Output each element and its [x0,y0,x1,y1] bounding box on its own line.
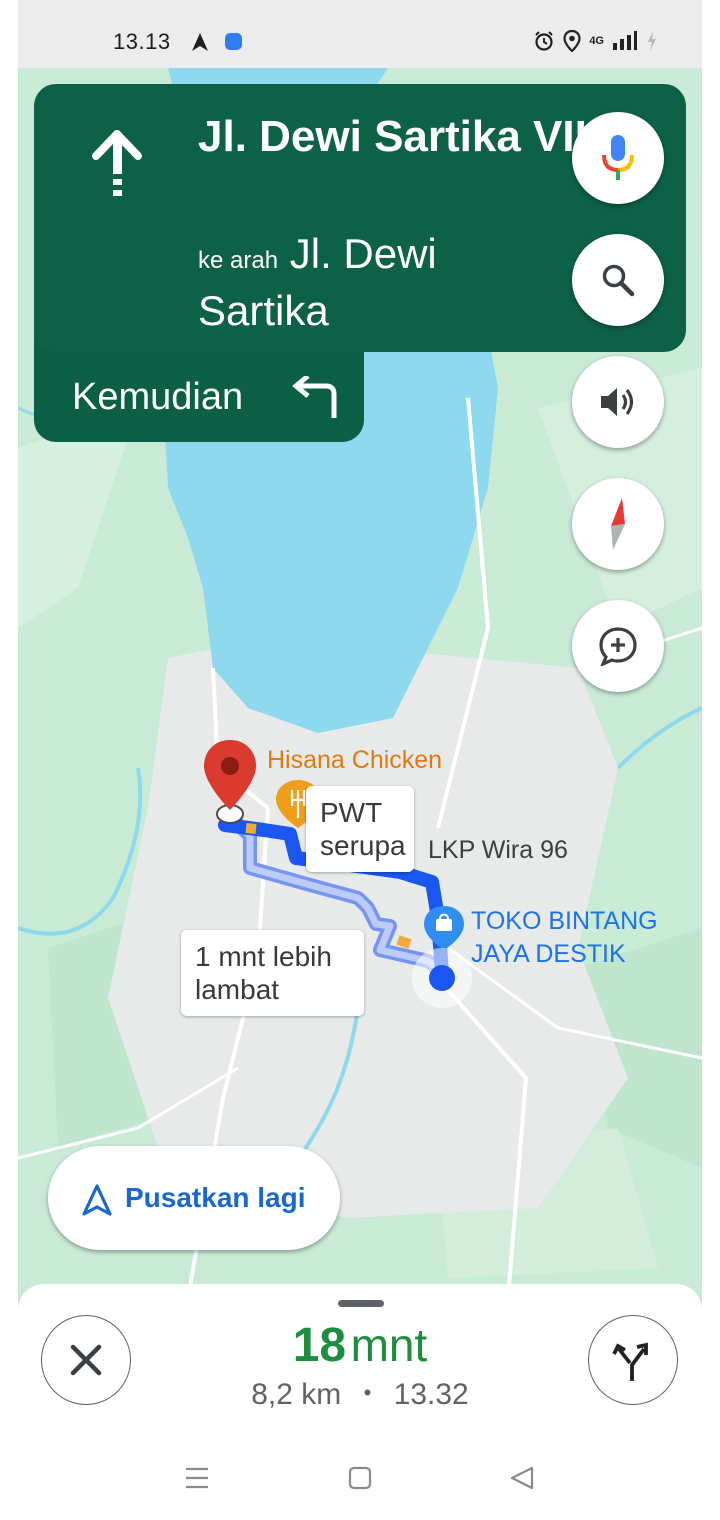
straight-arrow-icon [92,130,142,196]
toward-prefix: ke arah [198,247,279,274]
poi-label-shop[interactable]: TOKO BINTANG JAYA DESTIK [471,905,691,971]
status-time: 13.13 [113,29,171,54]
status-bar: 13.13 4G [18,0,702,68]
battery-charging-icon [648,31,656,51]
alarm-icon [535,31,554,51]
search-icon [602,264,635,297]
navigation-arrow-icon [82,1184,112,1216]
app-notification-icon [225,33,242,50]
add-report-button[interactable] [572,600,664,692]
add-report-icon [599,627,637,666]
toward-street: Jl. Dewi Sartika [198,230,437,334]
voice-search-button[interactable] [572,112,664,204]
eta-number: 18 [292,1319,347,1372]
trip-separator: • [363,1380,372,1405]
back-nav-button[interactable] [510,1466,534,1490]
alternate-routes-icon [612,1342,648,1381]
recenter-label: Pusatkan lagi [125,1182,306,1213]
system-nav-bar [186,1466,534,1490]
recents-nav-button[interactable] [186,1467,208,1489]
location-pin-icon [563,30,581,52]
current-location-marker [412,948,472,1008]
volume-icon [601,388,634,416]
eta-unit: mnt [350,1319,428,1371]
home-nav-button[interactable] [348,1466,372,1490]
route-callout-similar[interactable]: PWT serupa [306,786,414,872]
signal-icon [613,31,637,50]
callout-similar-text: PWT serupa [320,797,406,861]
callout-slower-text: 1 mnt lebih lambat [195,941,332,1005]
sound-button[interactable] [572,356,664,448]
toward-line: ke arah Jl. Dewi Sartika [198,229,578,336]
recenter-button[interactable]: Pusatkan lagi [48,1146,340,1250]
route-callout-slower[interactable]: 1 mnt lebih lambat [181,930,364,1016]
compass-icon [611,498,625,550]
current-street: Jl. Dewi Sartika VII [198,112,587,161]
turn-left-icon [292,376,337,418]
compass-button[interactable] [572,478,664,570]
then-label: Kemudian [72,376,244,418]
network-type: 4G [589,35,604,47]
trip-distance: 8,2 km [251,1378,342,1411]
status-icons: 4G [533,30,658,52]
poi-label-school[interactable]: LKP Wira 96 [428,836,568,865]
arrival-time: 13.32 [393,1378,469,1411]
mic-icon [602,135,634,180]
poi-label-restaurant[interactable]: Hisana Chicken [267,746,442,775]
sheet-drag-handle[interactable] [338,1300,384,1307]
location-arrow-icon [192,33,208,51]
search-button[interactable] [572,234,664,326]
alternate-routes-button[interactable] [588,1315,678,1405]
phone-screen: 13.13 4G Hisana Chicken LKP Wira 96 TOKO… [18,0,702,1520]
